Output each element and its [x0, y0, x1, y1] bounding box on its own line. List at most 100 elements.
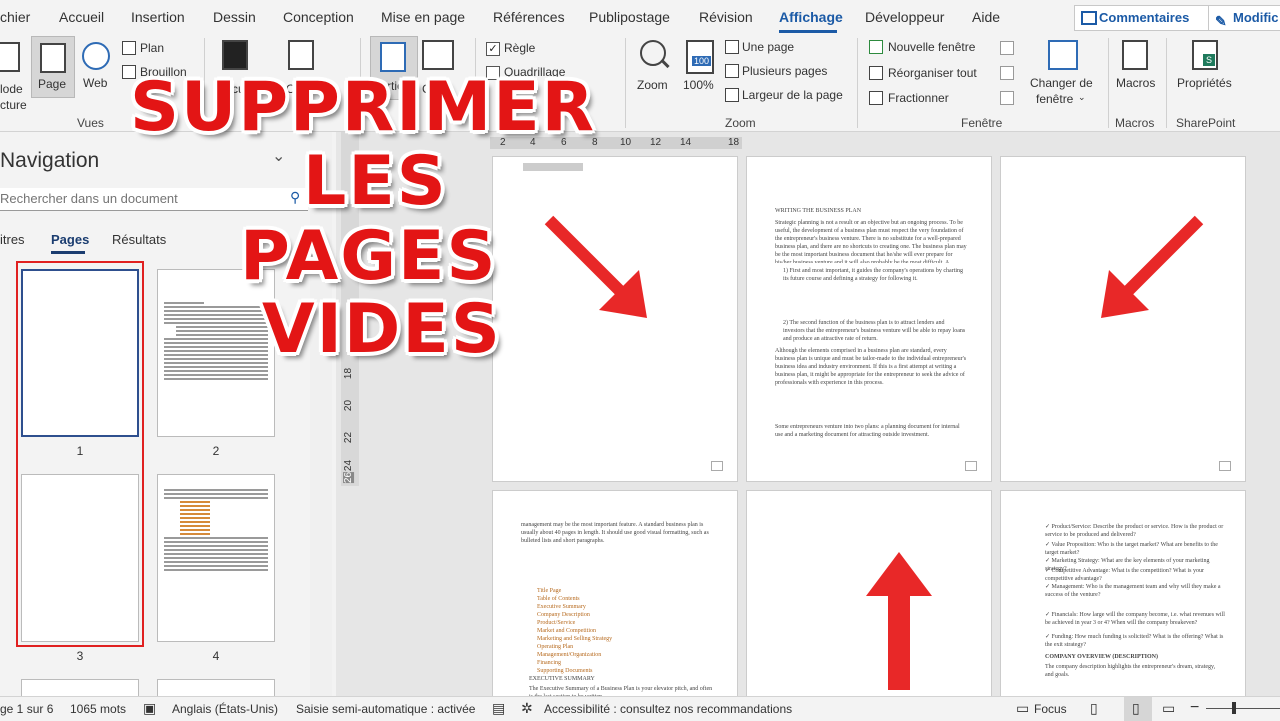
properties-button[interactable]: S Propriétés	[1174, 38, 1238, 108]
page-paragraph: Although the elements comprised in a bus…	[775, 348, 967, 386]
autocomplete-status[interactable]: Saisie semi-automatique : activée	[296, 702, 475, 716]
tab-dessin[interactable]: Dessin	[213, 9, 256, 25]
zoom-slider[interactable]	[1206, 708, 1280, 709]
multiple-pages-icon	[725, 64, 739, 78]
page-list-item: 1) First and most important, it guides t…	[783, 268, 964, 282]
switch-windows-icon	[1048, 40, 1078, 70]
pencil-icon: ✎	[1215, 13, 1227, 29]
nav-tab-pages[interactable]: Pages	[51, 232, 89, 247]
tab-aide[interactable]: Aide	[972, 9, 1000, 25]
macros-label: Macros	[1116, 76, 1156, 90]
web-layout-view-icon[interactable]: ▭	[1162, 700, 1175, 717]
outline-view-label: Plan	[140, 41, 165, 55]
multiple-pages-button[interactable]: Plusieurs pages	[724, 62, 844, 80]
document-page-2[interactable]: WRITING THE BUSINESS PLAN Strategic plan…	[746, 156, 992, 482]
page-width-button[interactable]: Largeur de la page	[724, 86, 850, 104]
new-window-icon	[869, 40, 883, 54]
outline-view-button[interactable]: Plan	[120, 40, 200, 58]
view-side-by-side-icon[interactable]	[1000, 41, 1014, 55]
proofing-icon[interactable]: ▣	[143, 700, 156, 717]
status-bar: ge 1 sur 6 1065 mots ▣ Anglais (États-Un…	[0, 696, 1280, 721]
language-status[interactable]: Anglais (États-Unis)	[172, 702, 278, 716]
tab-fichier[interactable]: chier	[0, 9, 30, 25]
pane-options-chevron-icon[interactable]: ⌄	[272, 146, 285, 166]
tab-developpeur[interactable]: Développeur	[865, 9, 944, 25]
macro-recording-icon[interactable]: ▤	[492, 700, 505, 717]
overlay-title-line-1: SUPPRIMER	[130, 68, 597, 147]
nav-tab-resultats[interactable]: Résultats	[112, 232, 166, 247]
zoom-slider-thumb[interactable]	[1232, 702, 1236, 714]
search-icon[interactable]: ⚲	[290, 189, 300, 206]
word-count-status[interactable]: 1065 mots	[70, 702, 126, 716]
read-mode-view-icon[interactable]: ▯	[1090, 700, 1098, 717]
switch-windows-button[interactable]: Changer de fenêtre ⌄	[1026, 38, 1102, 108]
thumbnail-number: 3	[76, 649, 84, 663]
highlight-box	[16, 261, 144, 647]
checklist-item: Marketing and Selling Strategy	[537, 636, 613, 642]
navigation-search-input[interactable]	[0, 188, 285, 208]
one-page-button[interactable]: Une page	[724, 38, 844, 56]
document-page-4[interactable]: management may be the most important fea…	[492, 490, 738, 700]
page-bullet: ✓ Management: Who is the management team…	[1045, 584, 1221, 598]
comment-marker-icon	[711, 461, 723, 471]
tab-references[interactable]: Références	[493, 9, 565, 25]
thumbnail-number: 4	[212, 649, 220, 663]
checklist-item: Company Description	[537, 612, 590, 618]
navigation-title: Navigation	[0, 149, 100, 172]
tab-revision[interactable]: Révision	[699, 9, 753, 25]
ruler-tick: 12	[650, 137, 662, 148]
comment-icon	[1081, 11, 1097, 25]
web-layout-button[interactable]: Web	[80, 40, 114, 100]
group-label-fenetre: Fenêtre	[961, 116, 1003, 130]
tab-conception[interactable]: Conception	[283, 9, 354, 25]
header-marker	[523, 163, 583, 171]
group-label-vues: Vues	[77, 116, 104, 130]
tab-accueil[interactable]: Accueil	[59, 9, 104, 25]
comments-button[interactable]: Commentaires	[1074, 5, 1224, 31]
new-window-button[interactable]: Nouvelle fenêtre	[868, 38, 988, 56]
page-layout-button[interactable]: Page	[31, 36, 75, 98]
arrange-all-button[interactable]: Réorganiser tout	[868, 64, 988, 82]
zoom-100-label: 100%	[683, 78, 714, 92]
tab-insertion[interactable]: Insertion	[131, 9, 185, 25]
page-thumbnail-4[interactable]	[157, 474, 275, 642]
read-mode-button[interactable]: lode cture	[0, 40, 28, 112]
tab-affichage[interactable]: Affichage	[779, 9, 843, 25]
zoom-100-button[interactable]: 100 100%	[680, 38, 720, 98]
tab-mise-en-page[interactable]: Mise en page	[381, 9, 465, 25]
print-layout-icon: ▯	[1132, 700, 1140, 716]
zoom-button[interactable]: Zoom	[634, 38, 674, 98]
arrow-down-right-icon	[544, 215, 647, 318]
reset-window-position-icon[interactable]	[1000, 91, 1014, 105]
navigation-search-box[interactable]: ⚲	[0, 188, 308, 211]
zoom-100-icon: 100	[686, 40, 714, 74]
page-list-item: 2) The second function of the business p…	[783, 320, 966, 342]
document-page-6[interactable]: ✓ Product/Service: Describe the product …	[1000, 490, 1246, 700]
accessibility-status[interactable]: Accessibilité : consultez nos recommanda…	[544, 702, 792, 716]
checklist-item: Financing	[537, 660, 561, 666]
edit-mode-button[interactable]: ✎ Modific	[1208, 5, 1280, 31]
multiple-pages-label: Plusieurs pages	[742, 64, 828, 78]
nav-tab-titres[interactable]: itres	[0, 232, 25, 247]
synchronous-scrolling-icon[interactable]	[1000, 66, 1014, 80]
outline-icon	[122, 41, 136, 55]
tab-publipostage[interactable]: Publipostage	[589, 9, 670, 25]
zoom-out-icon[interactable]: −	[1190, 699, 1199, 717]
ribbon-tab-bar: chier Accueil Insertion Dessin Conceptio…	[0, 0, 1280, 34]
checklist-item: Market and Competition	[537, 628, 596, 634]
ribbon-separator	[857, 38, 858, 128]
focus-icon	[222, 40, 248, 70]
split-button[interactable]: Fractionner	[868, 89, 988, 107]
print-layout-view-button[interactable]: ▯	[1124, 697, 1152, 721]
side-by-side-icon	[422, 40, 454, 70]
ruler-checkbox[interactable]: ✓ Règle	[484, 40, 584, 58]
edit-mode-label: Modific	[1233, 10, 1279, 25]
focus-icon[interactable]: ▭	[1016, 700, 1029, 717]
accessibility-icon[interactable]: ✲	[521, 700, 533, 717]
active-tab-indicator	[779, 30, 837, 33]
macros-button[interactable]: Macros	[1114, 38, 1158, 108]
page-paragraph: The company description highlights the e…	[1045, 664, 1216, 678]
checklist-item: Executive Summary	[537, 604, 586, 610]
page-count-status[interactable]: ge 1 sur 6	[0, 702, 53, 716]
focus-mode-button[interactable]: Focus	[1034, 702, 1067, 716]
